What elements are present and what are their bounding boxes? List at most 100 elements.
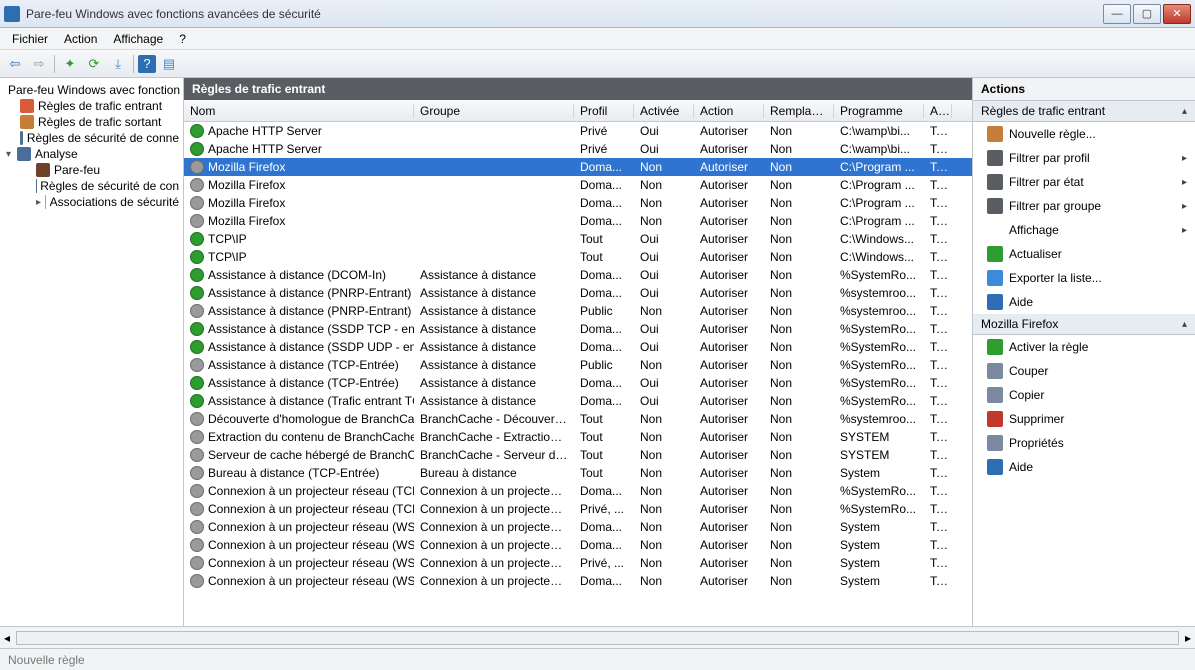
table-row[interactable]: Assistance à distance (DCOM-In) Assistanc… [184, 266, 972, 284]
rule-action: Autoriser [694, 556, 764, 570]
table-row[interactable]: Assistance à distance (Trafic entrant TC… [184, 392, 972, 410]
table-row[interactable]: Extraction du contenu de BranchCache (..… [184, 428, 972, 446]
rule-address: Tou [924, 214, 952, 228]
table-row[interactable]: Serveur de cache hébergé de BranchCac...… [184, 446, 972, 464]
rule-status-icon [190, 430, 204, 444]
action-item[interactable]: Propriétés [973, 431, 1195, 455]
tree-inbound[interactable]: Règles de trafic entrant [2, 98, 181, 114]
grid-title: Règles de trafic entrant [184, 78, 972, 100]
rule-name: Découverte d'homologue de BranchCac... [208, 412, 414, 426]
rule-override: Non [764, 484, 834, 498]
maximize-button[interactable]: ▢ [1133, 4, 1161, 24]
table-row[interactable]: Découverte d'homologue de BranchCac...Br… [184, 410, 972, 428]
col-nom[interactable]: Nom [184, 104, 414, 118]
table-row[interactable]: Assistance à distance (TCP-Entrée)Assist… [184, 356, 972, 374]
table-row[interactable]: Mozilla FirefoxDoma...NonAutoriserNonC:\… [184, 176, 972, 194]
action-item[interactable]: Aide [973, 290, 1195, 314]
tree-secrules[interactable]: Règles de sécurité de con [2, 178, 181, 194]
table-row[interactable]: Mozilla FirefoxDoma...NonAutoriserNonC:\… [184, 212, 972, 230]
actions-group-selection[interactable]: Mozilla Firefox▴ [973, 314, 1195, 335]
tree-firewall[interactable]: Pare-feu [2, 162, 181, 178]
new-button[interactable]: ✦ [59, 53, 81, 75]
col-groupe[interactable]: Groupe [414, 104, 574, 118]
rule-action: Autoriser [694, 358, 764, 372]
tree-consec[interactable]: Règles de sécurité de conne [2, 130, 181, 146]
refresh-button[interactable]: ⟳ [83, 53, 105, 75]
rule-enabled: Oui [634, 340, 694, 354]
forward-button[interactable]: ⇨ [28, 53, 50, 75]
rule-action: Autoriser [694, 466, 764, 480]
menu-help[interactable]: ? [171, 30, 194, 48]
action-item[interactable]: Aide [973, 455, 1195, 479]
table-row[interactable]: Assistance à distance (PNRP-Entrant)Assi… [184, 302, 972, 320]
export-button[interactable]: ⤓ [107, 53, 129, 75]
rule-name: Assistance à distance (DCOM-In) [208, 268, 386, 282]
col-activee[interactable]: Activée [634, 104, 694, 118]
action-item[interactable]: Exporter la liste... [973, 266, 1195, 290]
table-row[interactable]: Connexion à un projecteur réseau (WSD ..… [184, 518, 972, 536]
action-item[interactable]: Affichage▸ [973, 218, 1195, 242]
col-adresse[interactable]: Adr [924, 104, 952, 118]
rule-profile: Doma... [574, 394, 634, 408]
table-row[interactable]: TCP\IPToutOuiAutoriserNonC:\Windows...To… [184, 248, 972, 266]
action-item[interactable]: Supprimer [973, 407, 1195, 431]
menu-action[interactable]: Action [56, 30, 105, 48]
table-row[interactable]: Assistance à distance (SSDP TCP - en ent… [184, 320, 972, 338]
action-item[interactable]: Filtrer par groupe▸ [973, 194, 1195, 218]
col-profil[interactable]: Profil [574, 104, 634, 118]
actions-group-inbound[interactable]: Règles de trafic entrant▴ [973, 101, 1195, 122]
col-programme[interactable]: Programme [834, 104, 924, 118]
col-action[interactable]: Action [694, 104, 764, 118]
tree-analyse[interactable]: ▾Analyse [2, 146, 181, 162]
table-row[interactable]: Mozilla FirefoxDoma...NonAutoriserNonC:\… [184, 158, 972, 176]
action-item[interactable]: Couper [973, 359, 1195, 383]
table-row[interactable]: Connexion à un projecteur réseau (TCP-E.… [184, 482, 972, 500]
rule-override: Non [764, 394, 834, 408]
grid-body[interactable]: Apache HTTP ServerPrivéOuiAutoriserNonC:… [184, 122, 972, 626]
scroll-right-icon[interactable]: ▸ [1185, 631, 1191, 645]
rule-name: Mozilla Firefox [208, 178, 285, 192]
rule-group: Assistance à distance [414, 358, 574, 372]
rule-enabled: Non [634, 412, 694, 426]
table-row[interactable]: Assistance à distance (SSDP UDP - en ent… [184, 338, 972, 356]
close-button[interactable]: ✕ [1163, 4, 1191, 24]
table-row[interactable]: Assistance à distance (TCP-Entrée)Assist… [184, 374, 972, 392]
tree-assoc[interactable]: ▸Associations de sécurité [2, 194, 181, 210]
table-row[interactable]: Connexion à un projecteur réseau (WSD ..… [184, 536, 972, 554]
table-row[interactable]: Assistance à distance (PNRP-Entrant)Assi… [184, 284, 972, 302]
table-row[interactable]: Mozilla FirefoxDoma...NonAutoriserNonC:\… [184, 194, 972, 212]
rule-group: Assistance à distance [414, 268, 574, 282]
table-row[interactable]: Apache HTTP ServerPrivéOuiAutoriserNonC:… [184, 140, 972, 158]
table-row[interactable]: Connexion à un projecteur réseau (WSD ..… [184, 572, 972, 590]
rule-override: Non [764, 250, 834, 264]
scroll-left-icon[interactable]: ◂ [4, 631, 10, 645]
menu-fichier[interactable]: Fichier [4, 30, 56, 48]
rule-program: C:\wamp\bi... [834, 124, 924, 138]
table-row[interactable]: Bureau à distance (TCP-Entrée)Bureau à d… [184, 464, 972, 482]
table-row[interactable]: Apache HTTP ServerPrivéOuiAutoriserNonC:… [184, 122, 972, 140]
action-item[interactable]: Filtrer par état▸ [973, 170, 1195, 194]
rule-address: Tou [924, 322, 952, 336]
col-remplacer[interactable]: Remplacer [764, 104, 834, 118]
properties-button[interactable]: ▤ [158, 53, 180, 75]
tree-outbound[interactable]: Règles de trafic sortant [2, 114, 181, 130]
minimize-button[interactable]: — [1103, 4, 1131, 24]
rule-program: C:\Program ... [834, 178, 924, 192]
action-item[interactable]: Activer la règle [973, 335, 1195, 359]
table-row[interactable]: TCP\IPToutOuiAutoriserNonC:\Windows...To… [184, 230, 972, 248]
table-row[interactable]: Connexion à un projecteur réseau (WSD ..… [184, 554, 972, 572]
actions-title: Actions [973, 78, 1195, 101]
help-button[interactable]: ? [138, 55, 156, 73]
tree-root[interactable]: Pare-feu Windows avec fonction [2, 82, 181, 98]
menu-affichage[interactable]: Affichage [105, 30, 171, 48]
action-item[interactable]: Copier [973, 383, 1195, 407]
bottom-scroll[interactable]: ◂ ▸ [0, 626, 1195, 648]
back-button[interactable]: ⇦ [4, 53, 26, 75]
table-row[interactable]: Connexion à un projecteur réseau (TCP-E.… [184, 500, 972, 518]
action-item[interactable]: Actualiser [973, 242, 1195, 266]
action-icon [987, 339, 1003, 355]
action-item[interactable]: Nouvelle règle... [973, 122, 1195, 146]
scrollbar-track[interactable] [16, 631, 1179, 645]
action-icon [987, 435, 1003, 451]
action-item[interactable]: Filtrer par profil▸ [973, 146, 1195, 170]
